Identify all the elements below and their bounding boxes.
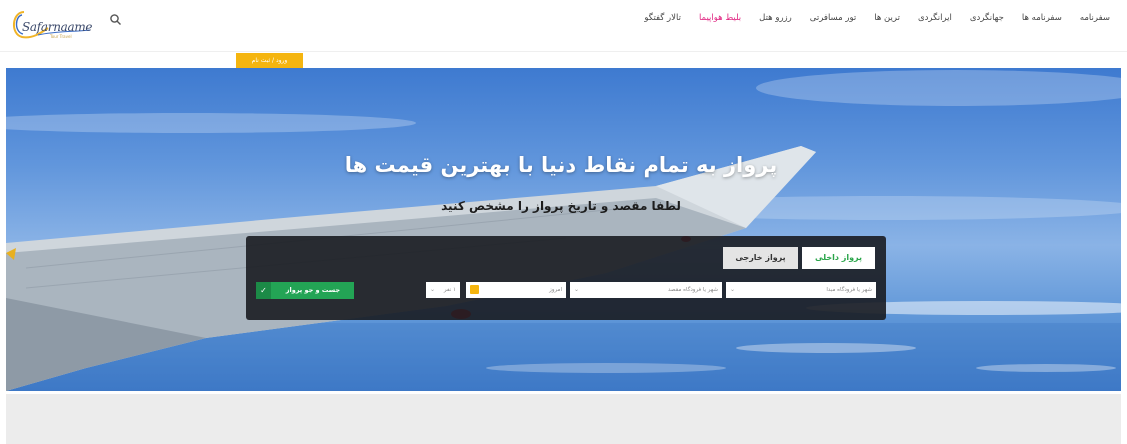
nav-item-hotel[interactable]: رزرو هتل [750,11,801,25]
site-logo[interactable]: Safarnaame Tour Travel [8,8,98,42]
passengers-value: ۱ نفر [443,287,456,293]
passengers-field[interactable]: ۱ نفر ⌄ [426,282,460,298]
destination-placeholder: شهر یا فرودگاه مقصد [668,287,718,293]
nav-item-tarin-ha[interactable]: ترین ها [865,11,909,25]
login-register-button[interactable]: ورود / ثبت نام [236,53,303,68]
nav-item-irangardi[interactable]: ایرانگردی [909,11,961,25]
logo-wordmark: Safarnaame [22,20,93,34]
calendar-icon [470,285,479,294]
date-value: امروز [549,287,562,293]
check-icon: ✓ [256,282,271,299]
search-button-label: جست و جو پرواز [285,286,340,294]
main-nav: سفرنامه سفرنامه ها جهانگردی ایرانگردی تر… [635,11,1119,25]
hero-banner: پرواز به تمام نقاط دنیا با بهترین قیمت ه… [6,68,1121,391]
site-header: Safarnaame Tour Travel سفرنامه سفرنامه ه… [0,0,1127,52]
hero-title: پرواز به تمام نقاط دنیا با بهترین قیمت ه… [344,153,778,177]
destination-field[interactable]: شهر یا فرودگاه مقصد ⌄ [570,282,722,298]
nav-item-safarnameh[interactable]: سفرنامه [1071,11,1119,25]
chevron-down-icon: ⌄ [574,286,580,293]
logo-tagline: Tour Travel [50,34,72,39]
chevron-down-icon: ⌄ [430,286,436,293]
chevron-down-icon: ⌄ [730,286,736,293]
hero-background-image [6,70,1121,391]
date-field[interactable]: امروز [466,282,566,298]
origin-placeholder: شهر یا فرودگاه مبدا [826,287,872,293]
nav-item-forum[interactable]: تالار گفتگو [635,11,690,25]
content-area-background [6,394,1121,444]
origin-field[interactable]: شهر یا فرودگاه مبدا ⌄ [726,282,876,298]
nav-item-safarnameh-ha[interactable]: سفرنامه ها [1013,11,1071,25]
search-flight-button[interactable]: جست و جو پرواز ✓ [256,282,354,299]
nav-item-jahangardi[interactable]: جهانگردی [961,11,1013,25]
tab-international-flight[interactable]: پرواز خارجی [723,247,798,269]
flight-search-panel: پرواز داخلی پرواز خارجی شهر یا فرودگاه م… [246,236,886,320]
nav-item-tour[interactable]: تور مسافرتی [801,11,866,25]
nav-item-flight-ticket[interactable]: بلیط هواپیما [690,11,750,25]
hero-subtitle: لطفا مقصد و تاریخ پرواز را مشخص کنید [441,199,681,213]
tab-domestic-flight[interactable]: پرواز داخلی [802,247,875,269]
search-icon[interactable] [109,12,123,26]
